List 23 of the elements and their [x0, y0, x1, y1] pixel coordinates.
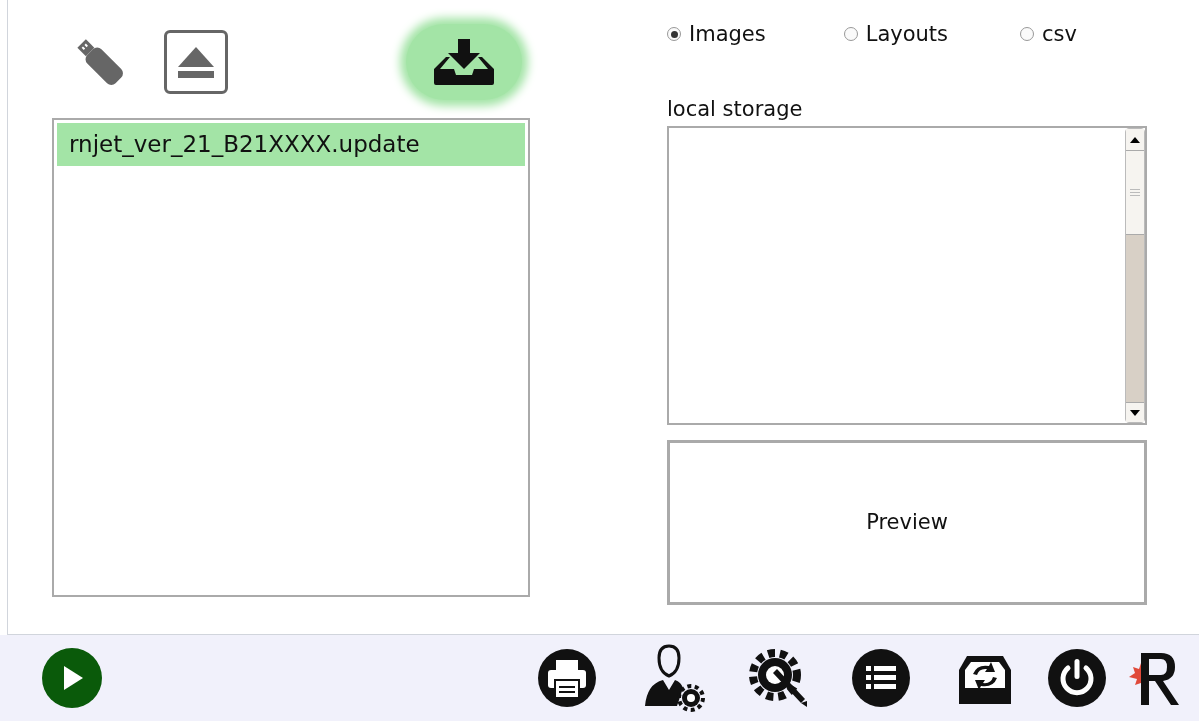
radio-button[interactable]: [667, 27, 681, 42]
power-icon: [1047, 648, 1107, 708]
radio-label[interactable]: Images: [689, 18, 766, 50]
radio-label[interactable]: Layouts: [865, 18, 949, 50]
scrollbar[interactable]: [1125, 128, 1145, 423]
eject-icon: [176, 45, 216, 79]
radio-button[interactable]: [843, 27, 858, 42]
scrollbar-thumb[interactable]: [1126, 151, 1144, 235]
power-button[interactable]: [1047, 648, 1107, 708]
preview-area[interactable]: Preview: [667, 440, 1147, 605]
list-button[interactable]: [851, 648, 911, 708]
print-button[interactable]: [537, 648, 597, 708]
radio-button[interactable]: [1020, 27, 1035, 42]
file-list-item[interactable]: rnjet_ver_21_B21XXXX.update: [57, 123, 525, 166]
file-list[interactable]: rnjet_ver_21_B21XXXX.update: [52, 118, 530, 597]
list-icon: [851, 648, 911, 708]
download-tray-icon: [432, 39, 496, 85]
eject-button[interactable]: [164, 30, 228, 94]
local-storage-label: local storage: [667, 95, 803, 123]
download-button[interactable]: [406, 24, 522, 100]
play-button[interactable]: [42, 648, 102, 708]
radio-label[interactable]: csv: [1042, 18, 1077, 50]
printer-icon: [537, 648, 597, 708]
